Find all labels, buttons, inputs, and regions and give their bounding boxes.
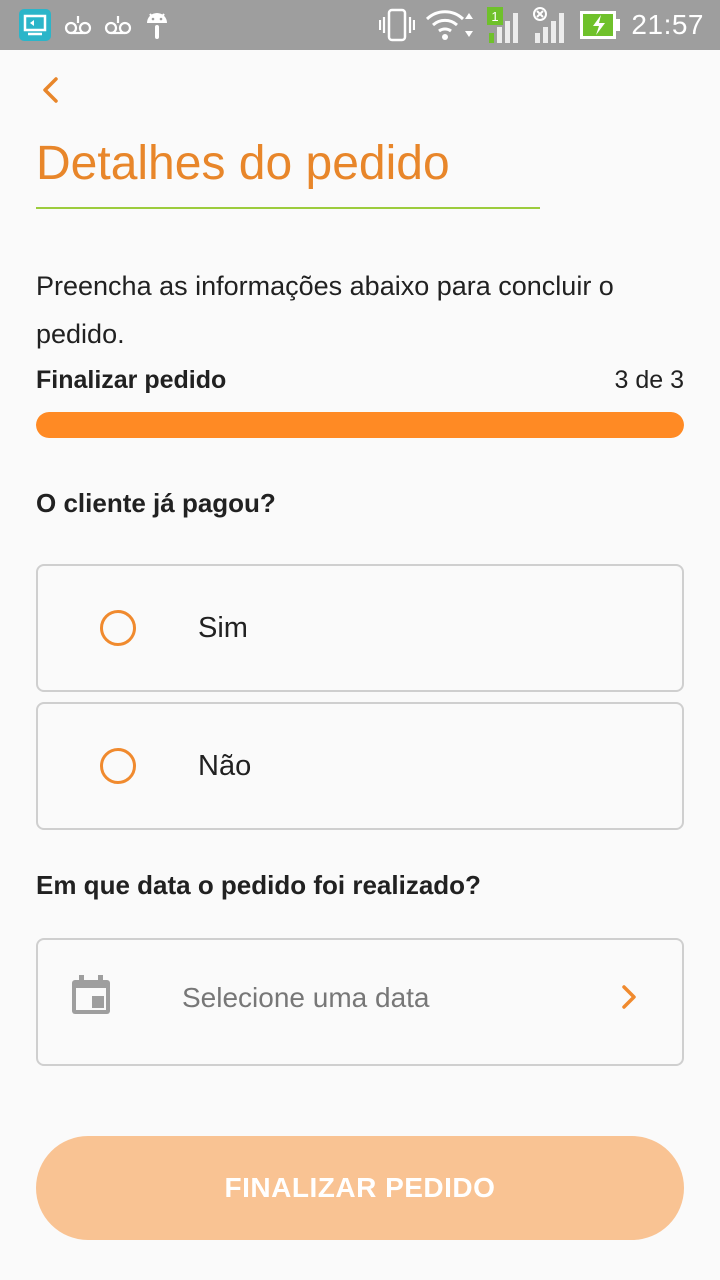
back-button[interactable] [40, 72, 84, 112]
date-picker-field[interactable]: Selecione uma data [36, 938, 684, 1066]
calendar-icon [70, 974, 112, 1021]
intro-text: Preencha as informações abaixo para conc… [36, 271, 614, 349]
radio-button-nao[interactable] [100, 748, 136, 784]
signal-sim1-icon: 1 [487, 7, 523, 43]
payment-option-label: Não [198, 749, 252, 782]
chevron-left-icon [40, 76, 60, 109]
page-title: Detalhes do pedido [36, 137, 450, 190]
screen-cast-icon [18, 8, 52, 42]
title-underline [36, 207, 540, 209]
wifi-icon [425, 9, 477, 41]
svg-text:1: 1 [492, 9, 499, 24]
signal-no-sim-icon [533, 7, 569, 43]
vibrate-icon [379, 8, 416, 42]
payment-option-sim[interactable]: Sim [36, 564, 684, 692]
payment-question: O cliente já pagou? [36, 488, 276, 518]
progress-count: 3 de 3 [614, 366, 684, 394]
radio-button-sim[interactable] [100, 610, 136, 646]
payment-option-label: Sim [198, 611, 248, 644]
progress-bar [36, 412, 684, 438]
voicemail-icon [64, 13, 92, 37]
date-placeholder: Selecione uma data [182, 982, 430, 1013]
payment-option-nao[interactable]: Não [36, 702, 684, 830]
android-icon [144, 9, 170, 41]
battery-charging-icon [579, 9, 621, 41]
progress-step-row: Finalizar pedido 3 de 3 [36, 366, 684, 395]
status-time: 21:57 [631, 9, 704, 40]
progress-label: Finalizar pedido [36, 366, 227, 394]
finish-order-button[interactable]: FINALIZAR PEDIDO [36, 1136, 684, 1240]
chevron-right-icon [620, 984, 638, 1015]
date-question: Em que data o pedido foi realizado? [36, 870, 481, 900]
voicemail-icon [104, 13, 132, 37]
progress-bar-fill [36, 412, 684, 438]
status-bar: 1 21:57 [0, 0, 720, 50]
